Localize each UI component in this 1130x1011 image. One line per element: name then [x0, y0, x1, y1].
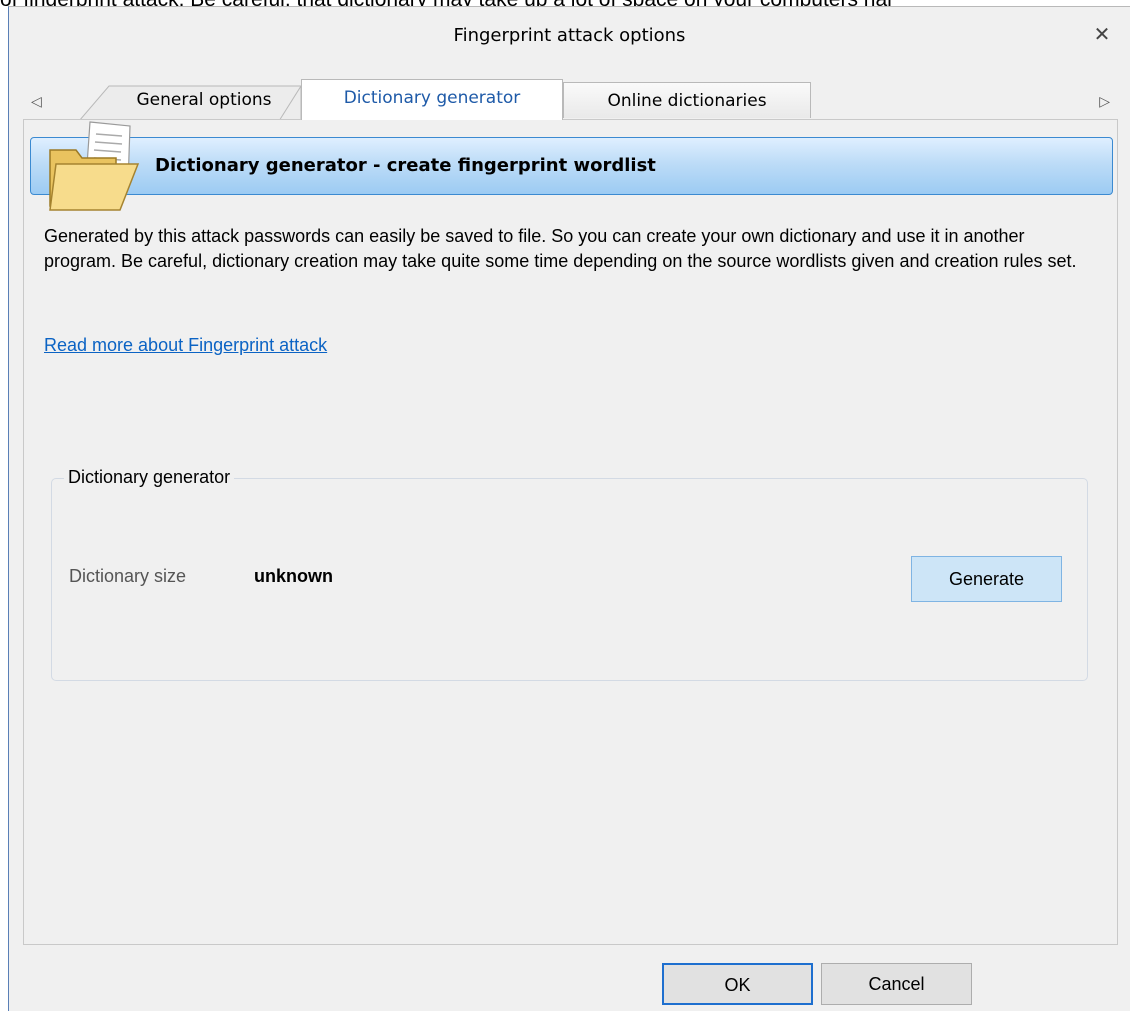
panel-header: Dictionary generator - create fingerprin… [30, 137, 1113, 195]
tab-panel: Dictionary generator - create fingerprin… [23, 119, 1118, 945]
tab-label: Online dictionaries [607, 91, 767, 111]
tab-strip: General options Dictionary generator Onl… [9, 79, 1130, 122]
description-text: Generated by this attack passwords can e… [44, 226, 1077, 271]
panel-header-title: Dictionary generator - create fingerprin… [155, 155, 656, 176]
group-legend: Dictionary generator [64, 467, 235, 488]
close-icon[interactable]: ✕ [1090, 23, 1114, 47]
tab-general-options[interactable]: General options [79, 82, 301, 122]
generate-button[interactable]: Generate [911, 556, 1062, 602]
title-bar: Fingerprint attack options ✕ [9, 7, 1130, 67]
cancel-button[interactable]: Cancel [821, 963, 972, 1005]
tab-label: Dictionary generator [343, 88, 521, 108]
dictionary-size-label: Dictionary size [69, 566, 187, 586]
dictionary-size-value: unknown [254, 566, 333, 586]
tab-label: General options [136, 90, 272, 110]
dialog-window: Fingerprint attack options ✕ ◁ ▷ General… [8, 6, 1130, 1011]
tab-online-dictionaries[interactable]: Online dictionaries [563, 82, 811, 118]
tab-dictionary-generator[interactable]: Dictionary generator [301, 79, 563, 120]
folder-icon [49, 121, 140, 211]
read-more-link[interactable]: Read more about Fingerprint attack [44, 335, 327, 356]
ok-button[interactable]: OK [662, 963, 813, 1005]
window-title: Fingerprint attack options [453, 25, 686, 46]
